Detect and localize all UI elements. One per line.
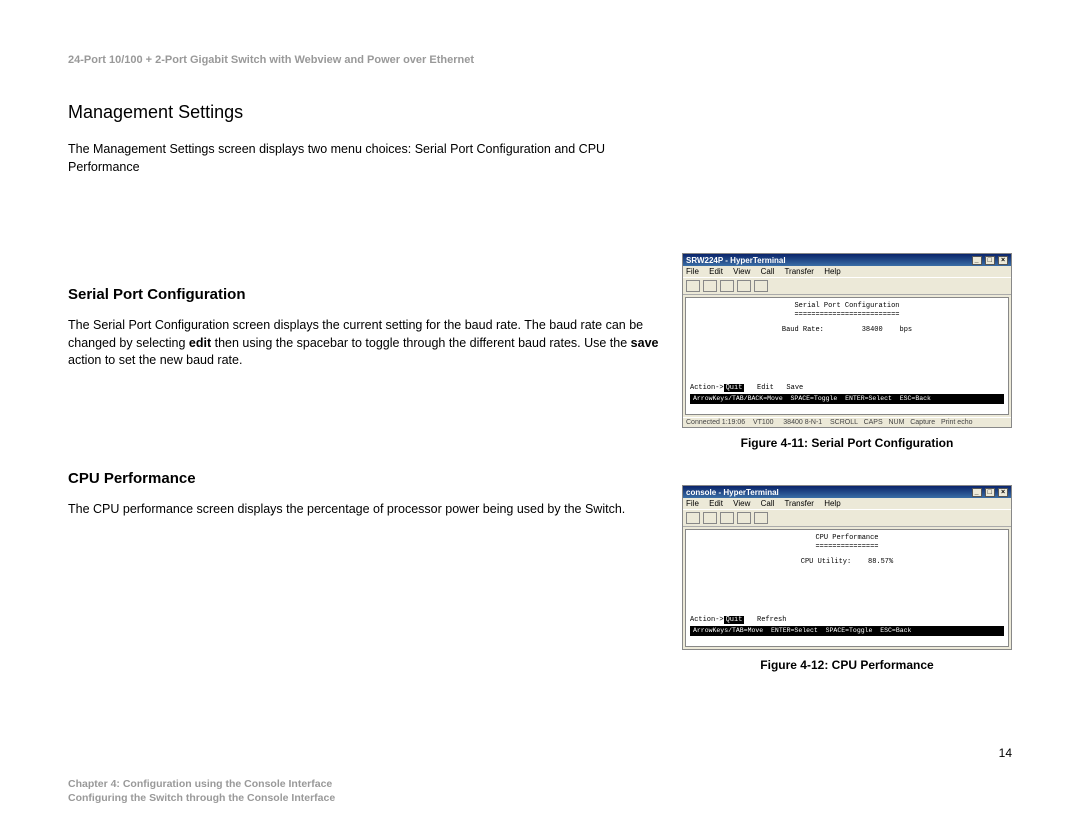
action-label: Action-> bbox=[690, 616, 724, 624]
document-page: 24-Port 10/100 + 2-Port Gigabit Switch w… bbox=[0, 0, 1080, 834]
page-footer: Chapter 4: Configuration using the Conso… bbox=[68, 777, 335, 806]
figure-cpu-performance: console - HyperTerminal _ □ × File Edit … bbox=[682, 485, 1012, 672]
window-controls: _ □ × bbox=[971, 255, 1008, 265]
footer-line-1: Chapter 4: Configuration using the Conso… bbox=[68, 777, 335, 792]
menu-file[interactable]: File bbox=[686, 267, 699, 276]
menu-view[interactable]: View bbox=[733, 499, 750, 508]
toolbar-button[interactable] bbox=[737, 512, 751, 524]
window-title: console - HyperTerminal bbox=[686, 488, 779, 497]
window-toolbar bbox=[683, 509, 1011, 527]
document-header: 24-Port 10/100 + 2-Port Gigabit Switch w… bbox=[68, 54, 1012, 66]
terminal-underline: =============== bbox=[692, 543, 1002, 552]
terminal-hint-strip: ArrowKeys/TAB=Move ENTER=Select SPACE=To… bbox=[690, 626, 1004, 636]
toolbar-button[interactable] bbox=[754, 280, 768, 292]
menu-edit[interactable]: Edit bbox=[709, 499, 723, 508]
menu-edit[interactable]: Edit bbox=[709, 267, 723, 276]
close-icon[interactable]: × bbox=[998, 488, 1008, 497]
menu-transfer[interactable]: Transfer bbox=[784, 499, 814, 508]
figure-serial-port: SRW224P - HyperTerminal _ □ × File Edit … bbox=[682, 253, 1012, 450]
window-titlebar: SRW224P - HyperTerminal _ □ × bbox=[683, 254, 1011, 266]
section-intro: The Management Settings screen displays … bbox=[68, 141, 668, 176]
terminal-screen-title: Serial Port Configuration bbox=[692, 302, 1002, 311]
page-number: 14 bbox=[999, 746, 1012, 760]
terminal-action-line: Action->Quit Edit Save bbox=[690, 384, 1004, 393]
window-title: SRW224P - HyperTerminal bbox=[686, 256, 786, 265]
window-titlebar: console - HyperTerminal _ □ × bbox=[683, 486, 1011, 498]
menu-transfer[interactable]: Transfer bbox=[784, 267, 814, 276]
toolbar-button[interactable] bbox=[720, 512, 734, 524]
maximize-icon[interactable]: □ bbox=[985, 488, 995, 497]
terminal-action-line: Action->Quit Refresh bbox=[690, 616, 1004, 625]
serial-edit-word: edit bbox=[189, 336, 211, 350]
terminal-underline: ========================= bbox=[692, 311, 1002, 320]
footer-line-2: Configuring the Switch through the Conso… bbox=[68, 791, 335, 806]
menu-view[interactable]: View bbox=[733, 267, 750, 276]
toolbar-button[interactable] bbox=[737, 280, 751, 292]
terminal-cpu-row: CPU Utility: 88.57% bbox=[692, 558, 1002, 567]
serial-save-word: save bbox=[631, 336, 659, 350]
terminal-bottom: Action->Quit Edit Save ArrowKeys/TAB/BAC… bbox=[690, 384, 1004, 404]
window-menubar: File Edit View Call Transfer Help bbox=[683, 498, 1011, 509]
action-rest: Refresh bbox=[744, 616, 786, 624]
minimize-icon[interactable]: _ bbox=[972, 256, 982, 265]
menu-help[interactable]: Help bbox=[824, 499, 840, 508]
menu-file[interactable]: File bbox=[686, 499, 699, 508]
toolbar-button[interactable] bbox=[703, 280, 717, 292]
toolbar-button[interactable] bbox=[754, 512, 768, 524]
terminal-screen-title: CPU Performance bbox=[692, 534, 1002, 543]
close-icon[interactable]: × bbox=[998, 256, 1008, 265]
serial-text-2: then using the spacebar to toggle throug… bbox=[211, 336, 631, 350]
terminal-bottom: Action->Quit Refresh ArrowKeys/TAB=Move … bbox=[690, 616, 1004, 636]
serial-paragraph: The Serial Port Configuration screen dis… bbox=[68, 317, 668, 370]
action-quit[interactable]: Quit bbox=[724, 616, 745, 624]
toolbar-button[interactable] bbox=[720, 280, 734, 292]
subheading-cpu: CPU Performance bbox=[68, 470, 668, 487]
action-label: Action-> bbox=[690, 384, 724, 392]
terminal-screen: CPU Performance =============== CPU Util… bbox=[685, 529, 1009, 647]
subheading-serial: Serial Port Configuration bbox=[68, 286, 668, 303]
hyperterminal-window-1: SRW224P - HyperTerminal _ □ × File Edit … bbox=[682, 253, 1012, 428]
minimize-icon[interactable]: _ bbox=[972, 488, 982, 497]
menu-call[interactable]: Call bbox=[761, 267, 775, 276]
window-menubar: File Edit View Call Transfer Help bbox=[683, 266, 1011, 277]
window-toolbar bbox=[683, 277, 1011, 295]
terminal-screen: Serial Port Configuration ==============… bbox=[685, 297, 1009, 415]
toolbar-button[interactable] bbox=[703, 512, 717, 524]
window-statusbar: Connected 1:19:06 VT100 38400 8-N-1 SCRO… bbox=[683, 417, 1011, 427]
menu-call[interactable]: Call bbox=[761, 499, 775, 508]
toolbar-button[interactable] bbox=[686, 512, 700, 524]
serial-text-3: action to set the new baud rate. bbox=[68, 353, 242, 367]
figure-caption-1: Figure 4-11: Serial Port Configuration bbox=[682, 436, 1012, 450]
menu-help[interactable]: Help bbox=[824, 267, 840, 276]
terminal-baud-row: Baud Rate: 38400 bps bbox=[692, 326, 1002, 335]
toolbar-button[interactable] bbox=[686, 280, 700, 292]
action-rest: Edit Save bbox=[744, 384, 803, 392]
terminal-hint-strip: ArrowKeys/TAB/BACK=Move SPACE=Toggle ENT… bbox=[690, 394, 1004, 404]
action-quit[interactable]: Quit bbox=[724, 384, 745, 392]
figure-caption-2: Figure 4-12: CPU Performance bbox=[682, 658, 1012, 672]
left-column: Management Settings The Management Setti… bbox=[68, 102, 668, 518]
hyperterminal-window-2: console - HyperTerminal _ □ × File Edit … bbox=[682, 485, 1012, 650]
section-title-management: Management Settings bbox=[68, 102, 668, 123]
maximize-icon[interactable]: □ bbox=[985, 256, 995, 265]
window-controls: _ □ × bbox=[971, 487, 1008, 497]
cpu-paragraph: The CPU performance screen displays the … bbox=[68, 501, 668, 519]
